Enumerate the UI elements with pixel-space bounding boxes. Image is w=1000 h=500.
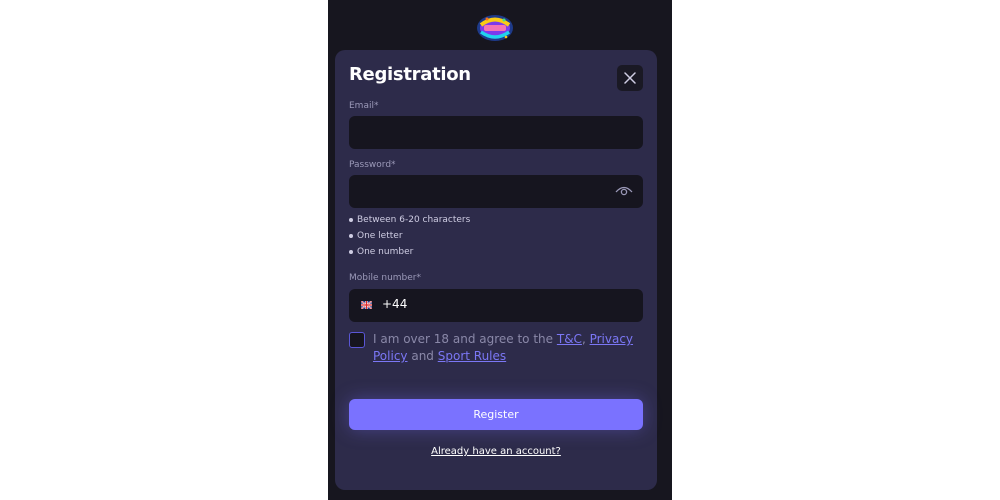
bullet-icon — [349, 250, 353, 254]
agree-text: I am over 18 and agree to the — [373, 332, 557, 346]
password-label: Password* — [349, 160, 396, 170]
bullet-icon — [349, 234, 353, 238]
password-rule: Between 6-20 characters — [349, 212, 470, 228]
password-rule: One letter — [349, 228, 470, 244]
rule-text: One letter — [357, 231, 403, 241]
email-label: Email* — [349, 101, 379, 111]
country-code: +44 — [382, 297, 408, 311]
password-rules: Between 6-20 characters One letter One n… — [349, 212, 470, 260]
password-rule: One number — [349, 244, 470, 260]
email-input[interactable] — [349, 116, 643, 149]
age-terms-checkbox[interactable] — [349, 332, 365, 348]
close-icon — [624, 72, 636, 84]
tc-link[interactable]: T&C — [557, 332, 582, 346]
bullet-icon — [349, 218, 353, 222]
eye-icon[interactable] — [615, 184, 633, 198]
funky-jackpot-logo[interactable] — [475, 12, 515, 44]
agree-separator: , — [581, 332, 590, 346]
register-button[interactable]: Register — [349, 399, 643, 430]
mobile-label: Mobile number* — [349, 273, 422, 283]
mobile-input[interactable]: +44 — [349, 289, 643, 322]
modal-title: Registration — [349, 64, 471, 85]
login-link[interactable]: Already have an account? — [335, 446, 657, 457]
rule-text: One number — [357, 247, 414, 257]
sport-rules-link[interactable]: Sport Rules — [438, 349, 506, 363]
uk-flag-icon[interactable] — [361, 301, 372, 309]
mobile-viewport: Registration Email* Password* Between 6-… — [328, 0, 672, 500]
close-button[interactable] — [617, 65, 643, 91]
agree-and: and — [407, 349, 438, 363]
age-terms-text: I am over 18 and agree to the T&C, Priva… — [373, 331, 643, 365]
password-input[interactable] — [349, 175, 643, 208]
logo-graphic — [477, 15, 513, 41]
registration-modal: Registration Email* Password* Between 6-… — [335, 50, 657, 490]
rule-text: Between 6-20 characters — [357, 215, 471, 225]
